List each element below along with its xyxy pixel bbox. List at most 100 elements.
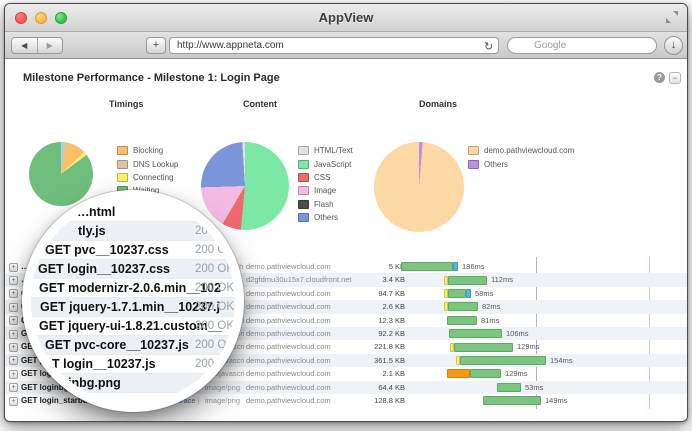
- legend-swatch-icon: [117, 172, 128, 182]
- legend-domains: demo.pathviewcloud.com Others: [468, 144, 574, 171]
- expand-row-button[interactable]: +: [9, 262, 18, 272]
- legend-swatch-icon: [298, 172, 309, 182]
- waterfall-bar-green: [448, 302, 478, 312]
- reload-icon[interactable]: ↻: [484, 40, 493, 53]
- legend-label: Flash: [314, 199, 334, 209]
- request-domain: demo.pathviewcloud.com: [246, 355, 331, 365]
- magnified-request-name: GET jquery-1.7.1.min__10237.j: [40, 300, 220, 314]
- response-size: 5 KB: [388, 262, 405, 271]
- magnified-table-row: GET login__10237.css 200 OK: [31, 260, 235, 279]
- expand-row-button[interactable]: +: [9, 342, 18, 352]
- response-size: 2.6 KB: [382, 302, 405, 312]
- request-time-label: 53ms: [525, 382, 544, 392]
- waterfall-cell: 129ms: [398, 340, 687, 353]
- waterfall-bar-green: [470, 369, 501, 379]
- legend-item: Image: [298, 184, 353, 197]
- waterfall-bar-blue: [453, 262, 458, 272]
- request-domain: demo.pathviewcloud.com: [246, 342, 331, 352]
- legend-swatch-icon: [468, 146, 479, 156]
- title-bar: AppView: [5, 4, 687, 32]
- expand-row-button[interactable]: +: [9, 316, 18, 326]
- back-button[interactable]: ◀: [12, 38, 37, 53]
- request-time-label: 58ms: [475, 288, 494, 298]
- waterfall-cell: 58ms: [398, 287, 687, 300]
- waterfall-bar-green: [448, 275, 487, 285]
- forward-button[interactable]: ▶: [36, 38, 63, 53]
- request-domain: demo.pathviewcloud.com: [246, 329, 331, 338]
- waterfall-cell: 186ms: [398, 260, 687, 273]
- waterfall-cell: 106ms: [398, 327, 687, 340]
- fullscreen-icon[interactable]: [665, 10, 679, 24]
- request-time-label: 129ms: [505, 369, 528, 379]
- browser-window: AppView ◀ ▶ + http://www.appneta.com ↻ G…: [4, 3, 688, 422]
- legend-label: DNS Lookup: [133, 159, 179, 169]
- expand-row-button[interactable]: +: [9, 302, 18, 312]
- expand-row-button[interactable]: +: [9, 356, 18, 366]
- waterfall-bar-green: [483, 396, 541, 406]
- magnified-status-code: 200 OK: [195, 282, 234, 294]
- pie-chart-timings: [29, 142, 93, 206]
- request-time-label: 112ms: [491, 275, 513, 285]
- window-title: AppView: [318, 10, 374, 25]
- magnified-status-code: 200: [195, 358, 215, 370]
- expand-row-button[interactable]: +: [9, 369, 18, 379]
- expand-row-button[interactable]: +: [9, 289, 18, 299]
- request-time-label: 82ms: [482, 302, 501, 312]
- expand-row-button[interactable]: +: [9, 396, 18, 406]
- magnified-request-name: tly.js: [78, 224, 106, 238]
- legend-swatch-icon: [298, 186, 309, 196]
- request-domain: demo.pathviewcloud.com: [246, 382, 331, 392]
- waterfall-bar-green: [449, 329, 502, 339]
- request-time-label: 154ms: [550, 355, 573, 365]
- request-domain: d2gfdmu30u15x7.cloudfront.net: [246, 275, 352, 285]
- legend-swatch-icon: [468, 159, 479, 169]
- legend-swatch-icon: [298, 146, 309, 156]
- search-input[interactable]: Google: [507, 37, 657, 54]
- magnified-request-name: T login__10237.js: [52, 357, 156, 371]
- request-time-label: 149ms: [545, 396, 568, 405]
- downloads-button[interactable]: ↓: [664, 36, 683, 55]
- magnified-request-name: ….html: [73, 205, 116, 219]
- request-time-label: 81ms: [481, 315, 500, 325]
- new-tab-button[interactable]: +: [146, 37, 166, 54]
- waterfall-bar-green: [454, 342, 513, 352]
- magnified-table-row: ….html: [31, 203, 235, 222]
- collapse-panel-button[interactable]: −: [669, 72, 681, 84]
- browser-toolbar: ◀ ▶ + http://www.appneta.com ↻ Google ↓: [5, 32, 687, 59]
- waterfall-cell: 82ms: [398, 300, 687, 313]
- waterfall-bar-green: [448, 288, 466, 298]
- magnified-status-code: 200 OK: [195, 301, 234, 313]
- waterfall-bar-green: [460, 355, 546, 365]
- help-icon[interactable]: ?: [654, 72, 665, 83]
- expand-row-button[interactable]: +: [9, 275, 18, 285]
- expand-row-button[interactable]: +: [9, 383, 18, 393]
- legend-label: JavaScript: [314, 159, 352, 169]
- response-size: 221.8 KB: [374, 342, 405, 352]
- request-domain: demo.pathviewcloud.com: [246, 262, 331, 271]
- magnified-request-name: GET modernizr-2.0.6.min__102: [39, 281, 222, 295]
- waterfall-cell: 53ms: [398, 381, 687, 394]
- response-size: 128.8 KB: [374, 396, 405, 405]
- legend-item: Blocking: [117, 144, 178, 157]
- expand-row-button[interactable]: +: [9, 329, 18, 339]
- response-size: 64.4 KB: [378, 382, 405, 392]
- magnified-status-code: 200: [195, 225, 215, 237]
- request-domain: demo.pathviewcloud.com: [246, 315, 331, 325]
- section-title-timings: Timings: [109, 99, 144, 109]
- magnified-table-row: GET jquery-ui-1.8.21.custom__ 200 OK: [31, 317, 235, 336]
- legend-swatch-icon: [298, 159, 309, 169]
- section-title-domains: Domains: [419, 99, 458, 109]
- legend-item: JavaScript: [298, 157, 353, 170]
- waterfall-bar-green: [497, 382, 521, 392]
- waterfall-bar-green: [401, 262, 453, 272]
- waterfall-cell: 81ms: [398, 314, 687, 327]
- address-bar[interactable]: http://www.appneta.com: [169, 37, 499, 54]
- legend-item: DNS Lookup: [117, 157, 178, 170]
- magnified-table-row: T login__10237.js 200: [31, 355, 235, 374]
- nav-button-group: ◀ ▶: [11, 37, 63, 54]
- legend-item: Flash: [298, 198, 353, 211]
- waterfall-cell: 129ms: [398, 367, 687, 380]
- legend-swatch-icon: [298, 199, 309, 209]
- response-size: 2.1 KB: [382, 369, 405, 379]
- magnified-table-row: GET pvc-core__10237.js 200 O: [31, 336, 235, 355]
